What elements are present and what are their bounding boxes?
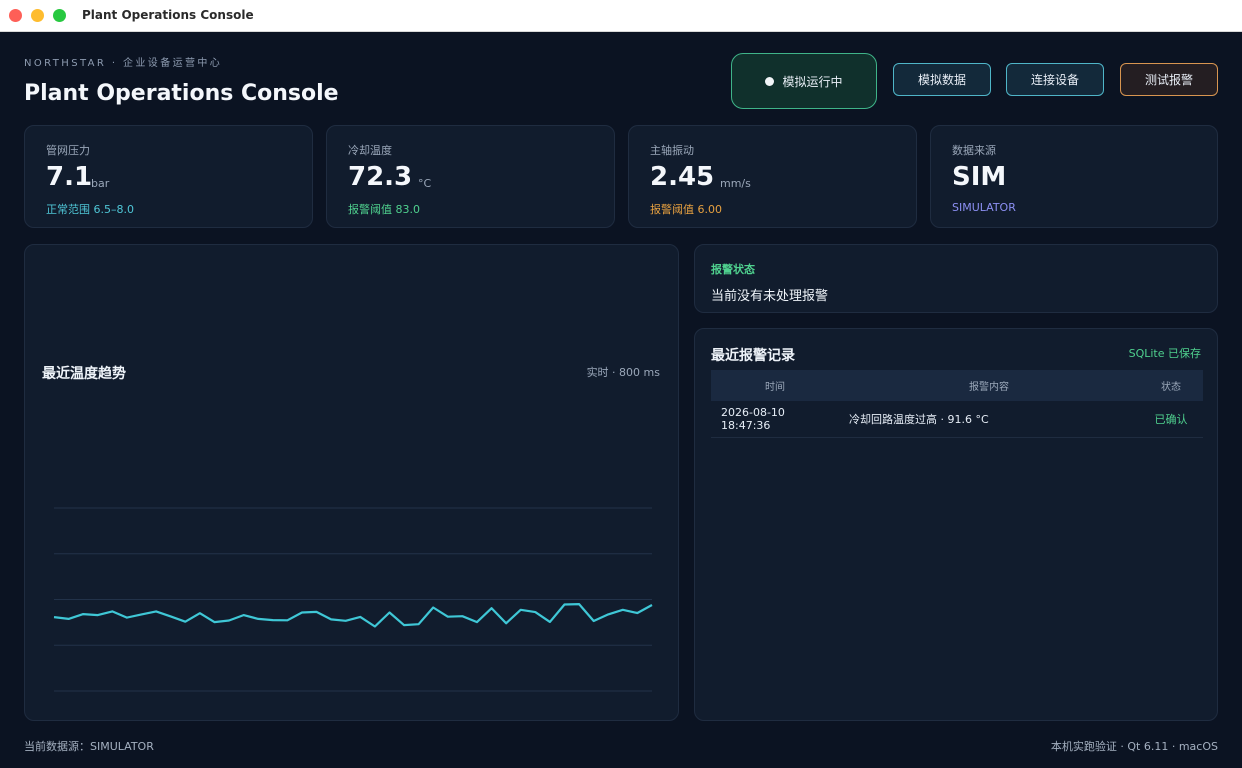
alarm-log-panel: 最近报警记录 SQLite 已保存 时间 报警内容 状态 2026-08-10 … — [694, 328, 1218, 721]
metric-value: 7.1 — [46, 162, 93, 192]
status-dot-icon — [765, 76, 775, 86]
column-header-message[interactable]: 报警内容 — [839, 370, 1139, 401]
alarm-state-cell: 已确认 — [1139, 401, 1203, 438]
connect-device-button[interactable]: 连接设备 — [1006, 63, 1104, 96]
metric-note: 正常范围 6.5–8.0 — [46, 203, 134, 216]
minimize-window-button[interactable] — [31, 9, 44, 22]
metric-label: 主轴振动 — [650, 144, 694, 157]
metric-label: 数据来源 — [952, 144, 996, 157]
alarm-status-panel: 报警状态 当前没有未处理报警 — [694, 244, 1218, 313]
metric-unit: bar — [91, 177, 110, 190]
temperature-trend-panel: 最近温度趋势 实时 · 800 ms — [24, 244, 679, 721]
metric-card-temperature: 冷却温度 72.3 °C 报警阈值 83.0 — [326, 125, 615, 228]
alarm-time: 18:47:36 — [721, 419, 771, 432]
table-row[interactable]: 2026-08-10 18:47:36 冷却回路温度过高 · 91.6 °C 已… — [711, 401, 1203, 438]
metric-note: SIMULATOR — [952, 201, 1016, 214]
simulation-status-button[interactable]: 模拟运行中 — [731, 53, 877, 109]
column-header-state[interactable]: 状态 — [1139, 370, 1203, 401]
metric-card-pressure: 管网压力 7.1 bar 正常范围 6.5–8.0 — [24, 125, 313, 228]
app-window: Plant Operations Console NORTHSTAR · 企业设… — [0, 0, 1242, 768]
alarm-status-text: 当前没有未处理报警 — [711, 289, 829, 304]
sqlite-saved-badge: SQLite 已保存 — [1128, 347, 1201, 360]
page-title: Plant Operations Console — [24, 81, 339, 106]
footer-build-info: 本机实跑验证 · Qt 6.11 · macOS — [1050, 740, 1218, 753]
alarm-date: 2026-08-10 — [721, 406, 785, 419]
alarm-message-cell: 冷却回路温度过高 · 91.6 °C — [839, 401, 1139, 438]
metric-value: 72.3 — [348, 162, 413, 192]
metric-value: 2.45 — [650, 162, 715, 192]
metric-label: 冷却温度 — [348, 144, 392, 157]
alarm-log-title: 最近报警记录 — [711, 348, 795, 364]
brand-label: NORTHSTAR · 企业设备运营中心 — [24, 58, 223, 69]
status-label: 模拟运行中 — [782, 74, 843, 89]
alarm-time-cell: 2026-08-10 18:47:36 — [711, 401, 839, 438]
metric-card-vibration: 主轴振动 2.45 mm/s 报警阈值 6.00 — [628, 125, 917, 228]
table-header-row: 时间 报警内容 状态 — [711, 370, 1203, 401]
metric-card-data-source: 数据来源 SIM SIMULATOR — [930, 125, 1218, 228]
test-alarm-button[interactable]: 测试报警 — [1120, 63, 1218, 96]
metric-value: SIM — [952, 162, 1007, 192]
title-bar: Plant Operations Console — [0, 0, 1242, 32]
temperature-series-line — [53, 603, 653, 628]
metric-unit: °C — [418, 177, 432, 190]
column-header-time[interactable]: 时间 — [711, 370, 839, 401]
window-title: Plant Operations Console — [82, 8, 254, 22]
metric-note: 报警阈值 83.0 — [348, 203, 420, 216]
metric-label: 管网压力 — [46, 144, 90, 157]
metric-unit: mm/s — [720, 177, 751, 190]
footer-data-source: 当前数据源：SIMULATOR — [24, 740, 154, 753]
metric-note: 报警阈值 6.00 — [650, 203, 722, 216]
chart-grid — [54, 507, 652, 692]
close-window-button[interactable] — [9, 9, 22, 22]
simulate-data-button[interactable]: 模拟数据 — [893, 63, 991, 96]
zoom-window-button[interactable] — [53, 9, 66, 22]
alarm-log-table: 时间 报警内容 状态 2026-08-10 18:47:36 冷却回路温度过高 … — [711, 370, 1203, 438]
temperature-trend-chart — [53, 507, 653, 692]
alarm-status-label: 报警状态 — [711, 263, 755, 276]
